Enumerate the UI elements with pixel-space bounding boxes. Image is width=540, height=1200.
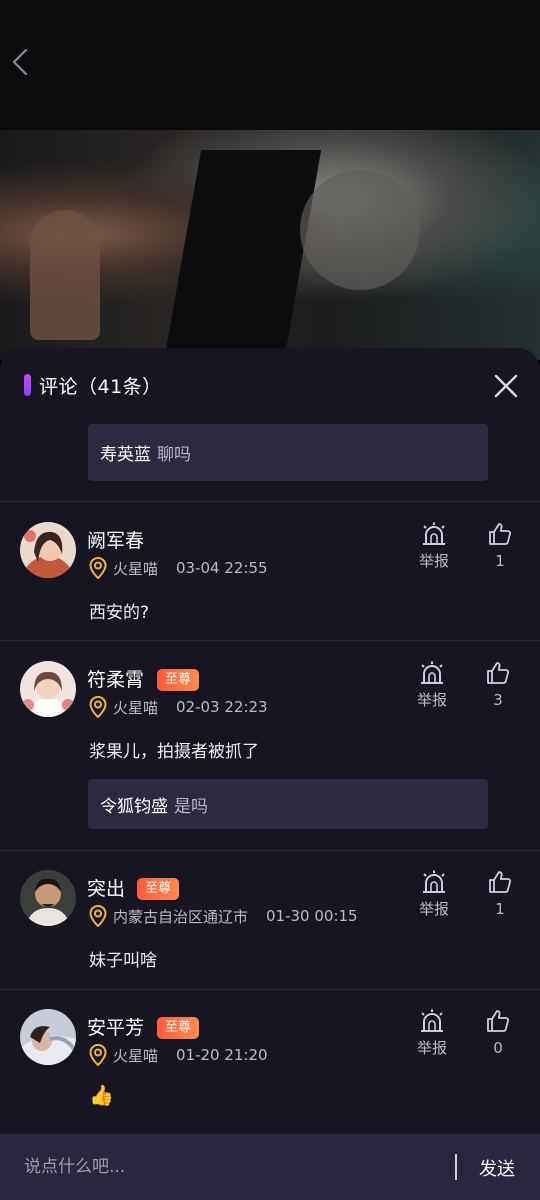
sheet-title: 评论（41条） bbox=[39, 376, 162, 398]
comment-item: 阙军春 火星喵 03-04 22:55 西安的? 举报 1 bbox=[0, 522, 540, 632]
thumbs-up-icon bbox=[487, 662, 509, 684]
divider bbox=[0, 501, 540, 502]
video-frame-shape bbox=[30, 210, 100, 340]
comment-meta: 火星喵 03-04 22:55 bbox=[89, 556, 268, 580]
location-pin-icon bbox=[89, 696, 107, 718]
reply-author[interactable]: 令狐钧盛 bbox=[100, 792, 168, 817]
back-icon[interactable] bbox=[6, 42, 38, 82]
like-button[interactable]: 1 bbox=[480, 870, 520, 918]
vip-badge: 至尊 bbox=[157, 1017, 200, 1039]
comment-author[interactable]: 安平芳 bbox=[87, 1013, 144, 1040]
sheet-header: 评论（41条） bbox=[0, 348, 540, 422]
vip-badge: 至尊 bbox=[157, 669, 200, 691]
like-button[interactable]: 0 bbox=[478, 1009, 518, 1057]
send-button[interactable]: 发送 bbox=[479, 1155, 515, 1181]
avatar[interactable] bbox=[20, 522, 76, 578]
top-bar bbox=[0, 0, 540, 130]
reply-text: 聊吗 bbox=[157, 445, 191, 465]
comment-meta: 火星喵 02-03 22:23 bbox=[89, 695, 268, 719]
reply-author[interactable]: 寿英蓝 bbox=[100, 440, 151, 465]
comment-item: 突出 至尊 内蒙古自治区通辽市 01-30 00:15 妹子叫啥 举报 1 bbox=[0, 870, 540, 980]
like-button[interactable]: 1 bbox=[480, 522, 520, 570]
comment-time: 02-03 22:23 bbox=[176, 698, 268, 716]
divider bbox=[0, 989, 540, 990]
comment-author[interactable]: 突出 bbox=[87, 874, 125, 901]
alarm-icon bbox=[421, 1009, 443, 1032]
close-icon[interactable] bbox=[490, 370, 522, 402]
report-label: 举报 bbox=[416, 1039, 447, 1057]
video-player[interactable] bbox=[0, 130, 540, 360]
comment-time: 01-20 21:20 bbox=[176, 1046, 268, 1064]
comment-item: 符柔霄 至尊 火星喵 02-03 22:23 浆果儿，拍摄者被抓了 举报 3 令… bbox=[0, 661, 540, 841]
alarm-icon bbox=[421, 661, 443, 684]
comment-location: 火星喵 bbox=[113, 559, 159, 578]
report-button[interactable]: 举报 bbox=[414, 522, 454, 571]
like-count: 3 bbox=[493, 691, 503, 709]
thumbs-up-icon bbox=[489, 523, 511, 545]
comment-text: 妹子叫啥 bbox=[89, 951, 157, 971]
avatar[interactable] bbox=[20, 870, 76, 926]
like-button[interactable]: 3 bbox=[478, 661, 518, 709]
comment-item: 安平芳 至尊 火星喵 01-20 21:20 👍 举报 0 bbox=[0, 1009, 540, 1119]
comment-input[interactable] bbox=[24, 1148, 444, 1186]
comment-author[interactable]: 阙军春 bbox=[87, 526, 144, 553]
report-label: 举报 bbox=[418, 900, 449, 918]
comment-text: 西安的? bbox=[89, 603, 150, 623]
input-separator bbox=[455, 1154, 457, 1180]
reply-box[interactable]: 令狐钧盛 是吗 bbox=[88, 779, 488, 829]
location-pin-icon bbox=[89, 557, 107, 579]
location-pin-icon bbox=[89, 1044, 107, 1066]
comment-time: 01-30 00:15 bbox=[266, 907, 358, 925]
alarm-icon bbox=[423, 522, 445, 545]
reply-box[interactable]: 寿英蓝 聊吗 bbox=[88, 424, 488, 481]
report-button[interactable]: 举报 bbox=[414, 870, 454, 919]
thumbs-up-icon bbox=[489, 871, 511, 893]
comment-meta: 内蒙古自治区通辽市 01-30 00:15 bbox=[89, 904, 358, 928]
avatar[interactable] bbox=[20, 661, 76, 717]
report-button[interactable]: 举报 bbox=[412, 661, 452, 710]
divider bbox=[0, 640, 540, 641]
report-label: 举报 bbox=[416, 691, 447, 709]
title-accent-bar bbox=[24, 374, 31, 396]
comment-location: 内蒙古自治区通辽市 bbox=[113, 907, 249, 926]
report-label: 举报 bbox=[418, 552, 449, 570]
comment-location: 火星喵 bbox=[113, 698, 159, 717]
report-button[interactable]: 举报 bbox=[412, 1009, 452, 1058]
reply-text: 是吗 bbox=[174, 796, 208, 817]
comment-author[interactable]: 符柔霄 bbox=[87, 665, 144, 692]
video-frame-shape bbox=[300, 170, 420, 290]
comment-sheet: 评论（41条） 寿英蓝 聊吗 阙军春 火星喵 03-04 22:55 西安的? … bbox=[0, 348, 540, 1200]
like-count: 0 bbox=[493, 1039, 503, 1057]
comment-meta: 火星喵 01-20 21:20 bbox=[89, 1043, 268, 1067]
location-pin-icon bbox=[89, 905, 107, 927]
comment-location: 火星喵 bbox=[113, 1046, 159, 1065]
like-count: 1 bbox=[495, 552, 505, 570]
comment-input-bar: 发送 bbox=[0, 1134, 540, 1200]
comment-text: 浆果儿，拍摄者被抓了 bbox=[89, 742, 259, 762]
divider bbox=[0, 850, 540, 851]
avatar[interactable] bbox=[20, 1009, 76, 1065]
vip-badge: 至尊 bbox=[137, 878, 180, 900]
comment-time: 03-04 22:55 bbox=[176, 559, 268, 577]
like-count: 1 bbox=[495, 900, 505, 918]
thumbs-up-icon bbox=[487, 1010, 509, 1032]
alarm-icon bbox=[423, 870, 445, 893]
comment-text: 👍 bbox=[89, 1083, 114, 1107]
video-frame-shape bbox=[158, 150, 322, 360]
